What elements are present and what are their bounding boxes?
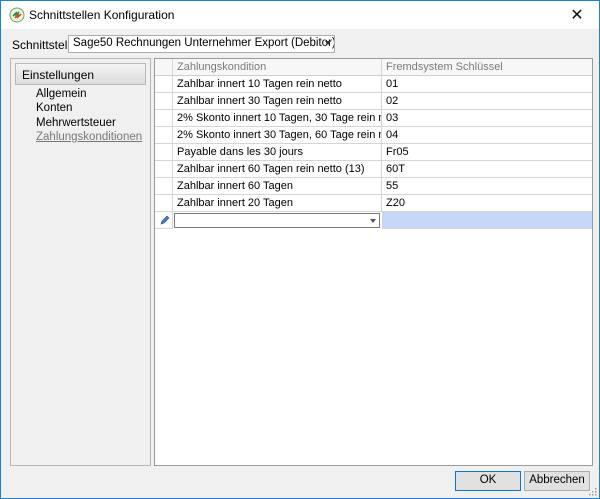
cell-schluessel[interactable]: 04 (382, 127, 592, 144)
resize-grip-icon[interactable] (587, 486, 597, 496)
chevron-down-icon[interactable] (325, 41, 331, 45)
grid-header: Zahlungskondition Fremdsystem Schlüssel (155, 59, 592, 76)
cell-kondition[interactable]: Zahlbar innert 20 Tagen (173, 195, 382, 212)
cell-kondition[interactable]: 2% Skonto innert 30 Tagen, 60 Tage rein … (173, 127, 382, 144)
table-row[interactable]: Zahlbar innert 20 Tagen Z20 (155, 195, 592, 212)
sidebar-item-mehrwertsteuer[interactable]: Mehrwertsteuer (36, 117, 116, 129)
title-bar: Schnittstellen Konfiguration ✕ (1, 1, 599, 29)
sidebar-item-konten[interactable]: Konten (36, 102, 72, 114)
cell-schluessel[interactable]: 55 (382, 178, 592, 195)
sidebar-item-allgemein[interactable]: Allgemein (36, 88, 87, 100)
interface-label: Schnittstelle (12, 38, 77, 52)
ok-button[interactable]: OK (455, 471, 521, 491)
cell-schluessel-new[interactable] (382, 212, 592, 229)
table-row[interactable]: Zahlbar innert 10 Tagen rein netto 01 (155, 76, 592, 93)
pencil-icon (160, 215, 170, 225)
sidebar-header[interactable]: Einstellungen (15, 63, 146, 85)
table-row[interactable]: Zahlbar innert 30 Tagen rein netto 02 (155, 93, 592, 110)
configuration-dialog: Schnittstellen Konfiguration ✕ Schnittst… (0, 0, 600, 499)
cell-kondition-editor[interactable] (173, 212, 382, 229)
chevron-down-icon[interactable] (370, 219, 376, 223)
row-selector[interactable] (155, 195, 173, 212)
cancel-button[interactable]: Abbrechen (524, 471, 590, 491)
row-selector[interactable] (155, 93, 173, 110)
row-selector[interactable] (155, 127, 173, 144)
kondition-dropdown[interactable] (174, 213, 380, 228)
settings-sidebar: Einstellungen Allgemein Konten Mehrwerts… (10, 58, 151, 466)
close-icon: ✕ (570, 7, 584, 24)
cell-schluessel[interactable]: 01 (382, 76, 592, 93)
table-row[interactable]: 2% Skonto innert 30 Tagen, 60 Tage rein … (155, 127, 592, 144)
interface-select[interactable]: Sage50 Rechnungen Unternehmer Export (De… (68, 35, 335, 53)
row-selector[interactable] (155, 178, 173, 195)
cell-kondition[interactable]: Zahlbar innert 60 Tagen (173, 178, 382, 195)
row-selector-header (155, 59, 173, 75)
cell-schluessel[interactable]: 02 (382, 93, 592, 110)
payment-terms-grid[interactable]: Zahlungskondition Fremdsystem Schlüssel … (154, 58, 593, 466)
cell-kondition[interactable]: Zahlbar innert 30 Tagen rein netto (173, 93, 382, 110)
row-selector[interactable] (155, 144, 173, 161)
window-title: Schnittstellen Konfiguration (29, 8, 175, 22)
cell-schluessel[interactable]: 60T (382, 161, 592, 178)
row-selector-editing[interactable] (155, 212, 173, 229)
cell-kondition[interactable]: Zahlbar innert 10 Tagen rein netto (173, 76, 382, 93)
cell-kondition[interactable]: 2% Skonto innert 10 Tagen, 30 Tage rein … (173, 110, 382, 127)
sidebar-item-zahlungskonditionen[interactable]: Zahlungskonditionen (36, 131, 142, 143)
cell-kondition[interactable]: Zahlbar innert 60 Tagen rein netto (13) (173, 161, 382, 178)
column-header-fremdsystem-schluessel[interactable]: Fremdsystem Schlüssel (382, 59, 592, 75)
cell-kondition[interactable]: Payable dans les 30 jours (173, 144, 382, 161)
new-row[interactable] (155, 212, 592, 229)
table-row[interactable]: Payable dans les 30 jours Fr05 (155, 144, 592, 161)
table-row[interactable]: 2% Skonto innert 10 Tagen, 30 Tage rein … (155, 110, 592, 127)
cell-schluessel[interactable]: Fr05 (382, 144, 592, 161)
row-selector[interactable] (155, 110, 173, 127)
table-row[interactable]: Zahlbar innert 60 Tagen 55 (155, 178, 592, 195)
row-selector[interactable] (155, 76, 173, 93)
close-button[interactable]: ✕ (555, 1, 599, 29)
column-header-zahlungskondition[interactable]: Zahlungskondition (173, 59, 382, 75)
cell-schluessel[interactable]: Z20 (382, 195, 592, 212)
app-connector-icon (9, 7, 25, 23)
row-selector[interactable] (155, 161, 173, 178)
cell-schluessel[interactable]: 03 (382, 110, 592, 127)
interface-select-value: Sage50 Rechnungen Unternehmer Export (De… (73, 37, 335, 49)
table-row[interactable]: Zahlbar innert 60 Tagen rein netto (13) … (155, 161, 592, 178)
